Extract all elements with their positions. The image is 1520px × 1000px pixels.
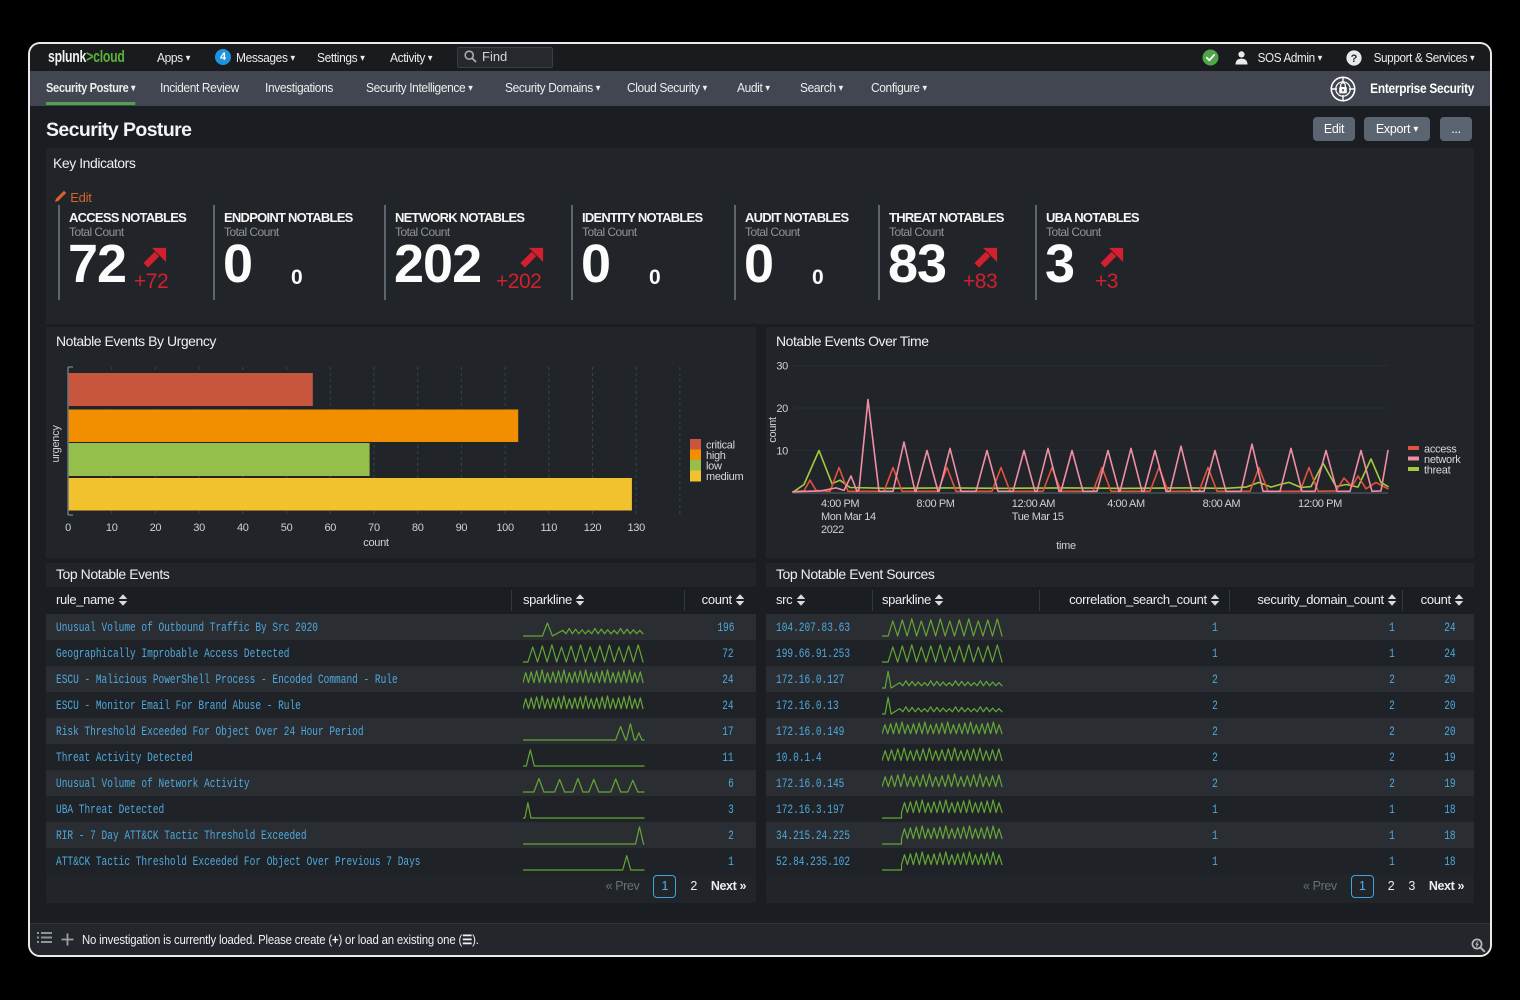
- svg-text:20: 20: [150, 522, 162, 534]
- svg-text:urgency: urgency: [50, 425, 62, 463]
- svg-text:medium: medium: [706, 471, 743, 483]
- svg-text:10: 10: [776, 446, 788, 458]
- svg-text:8:00 PM: 8:00 PM: [916, 498, 954, 510]
- svg-text:30: 30: [193, 522, 205, 534]
- svg-text:8:00 AM: 8:00 AM: [1203, 498, 1241, 510]
- svg-text:Tue Mar 15: Tue Mar 15: [1012, 511, 1064, 523]
- svg-text:60: 60: [324, 522, 336, 534]
- svg-text:time: time: [1056, 540, 1076, 552]
- svg-text:30: 30: [776, 361, 788, 373]
- svg-text:40: 40: [237, 522, 249, 534]
- svg-text:12:00 AM: 12:00 AM: [1012, 498, 1056, 510]
- svg-text:0: 0: [65, 522, 71, 534]
- svg-text:?: ?: [1351, 53, 1358, 65]
- svg-text:Mon Mar 14: Mon Mar 14: [821, 511, 876, 523]
- svg-text:110: 110: [540, 522, 557, 534]
- svg-text:4:00 AM: 4:00 AM: [1107, 498, 1145, 510]
- svg-text:120: 120: [584, 522, 602, 534]
- svg-text:12:00 PM: 12:00 PM: [1298, 498, 1342, 510]
- svg-text:100: 100: [496, 522, 514, 534]
- svg-text:70: 70: [368, 522, 380, 534]
- svg-text:20: 20: [776, 403, 788, 415]
- svg-text:threat: threat: [1424, 465, 1451, 477]
- svg-text:2022: 2022: [821, 524, 844, 536]
- svg-text:50: 50: [281, 522, 293, 534]
- svg-text:130: 130: [627, 522, 645, 534]
- svg-text:count: count: [767, 417, 779, 443]
- svg-text:90: 90: [456, 522, 468, 534]
- svg-text:4:00 PM: 4:00 PM: [821, 498, 859, 510]
- svg-text:10: 10: [106, 522, 118, 534]
- svg-text:count: count: [363, 537, 389, 549]
- svg-text:80: 80: [412, 522, 424, 534]
